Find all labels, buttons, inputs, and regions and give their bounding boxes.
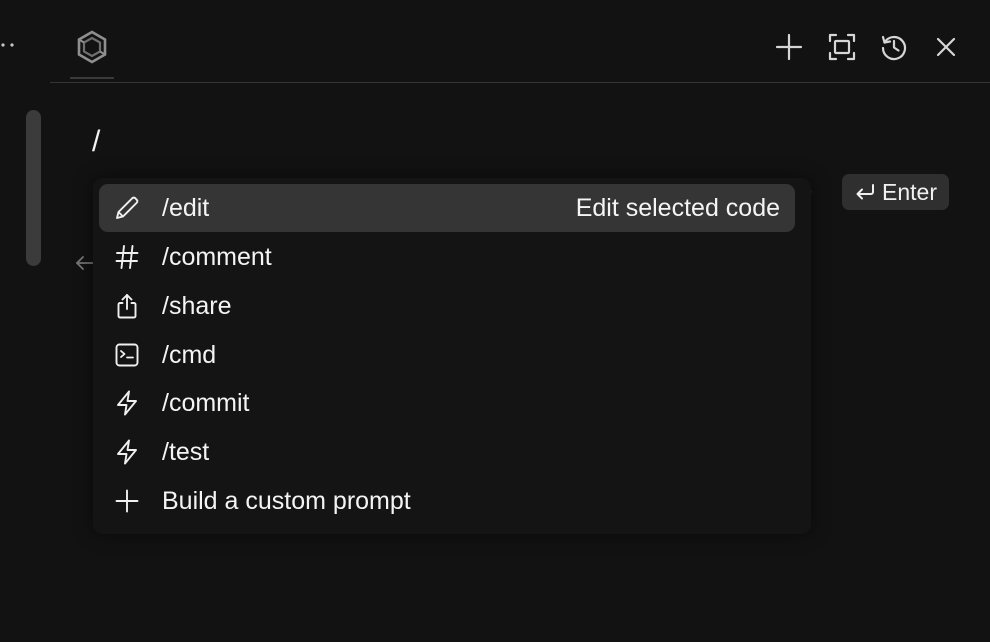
- more-options-icon[interactable]: [0, 38, 18, 52]
- lightning-icon: [112, 437, 142, 467]
- slash-item-label: Build a custom prompt: [162, 487, 411, 515]
- slash-item-label: /share: [162, 292, 232, 320]
- slash-item-label: /commit: [162, 389, 250, 417]
- slash-item-label: /test: [162, 438, 210, 466]
- hash-icon: [112, 242, 142, 272]
- plus-icon: [775, 33, 803, 61]
- plus-icon: [112, 486, 142, 516]
- slash-item-build-custom-prompt[interactable]: Build a custom prompt: [99, 477, 795, 525]
- share-icon: [112, 291, 142, 321]
- slash-command-menu: /edit Edit selected code /comment /share: [93, 178, 811, 534]
- slash-item-description: Edit selected code: [575, 194, 780, 222]
- slash-item-share[interactable]: /share: [99, 282, 795, 330]
- slash-item-comment[interactable]: /comment: [99, 233, 795, 281]
- return-icon: [856, 184, 874, 200]
- continue-logo-icon: [77, 30, 107, 64]
- fullscreen-button[interactable]: [825, 30, 859, 64]
- terminal-icon: [112, 340, 142, 370]
- slash-item-cmd[interactable]: /cmd: [99, 331, 795, 379]
- enter-label: Enter: [882, 178, 937, 205]
- vertical-scrollbar[interactable]: [26, 110, 41, 266]
- active-tab-indicator: [70, 77, 114, 79]
- slash-item-label: /comment: [162, 243, 272, 271]
- fullscreen-icon: [828, 33, 856, 61]
- enter-submit-button[interactable]: Enter: [842, 174, 949, 210]
- slash-item-label: /cmd: [162, 341, 217, 369]
- slash-item-commit[interactable]: /commit: [99, 379, 795, 427]
- history-icon: [881, 35, 907, 61]
- close-button[interactable]: [929, 30, 963, 64]
- chat-input[interactable]: /: [92, 122, 100, 162]
- panel-header: [50, 0, 990, 83]
- new-session-button[interactable]: [772, 30, 806, 64]
- slash-item-test[interactable]: /test: [99, 428, 795, 476]
- history-button[interactable]: [877, 30, 911, 64]
- close-icon: [936, 37, 956, 57]
- slash-item-edit[interactable]: /edit Edit selected code: [99, 184, 795, 232]
- pencil-icon: [112, 193, 142, 223]
- slash-item-label: /edit: [162, 194, 210, 222]
- lightning-icon: [112, 388, 142, 418]
